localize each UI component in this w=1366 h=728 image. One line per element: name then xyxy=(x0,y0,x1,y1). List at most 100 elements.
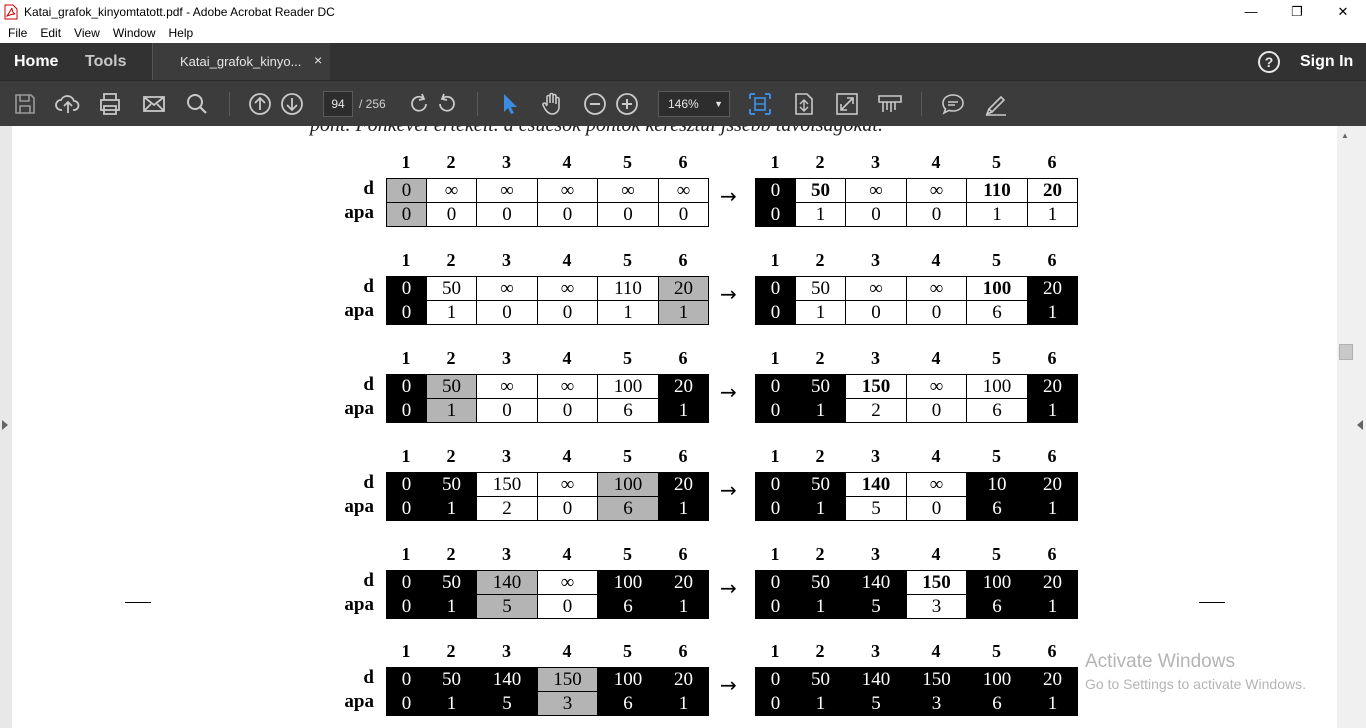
menu-file[interactable]: File xyxy=(8,26,27,40)
email-icon[interactable] xyxy=(141,91,167,117)
cell-d: 50 xyxy=(426,472,477,497)
page-number-input[interactable]: 94 xyxy=(323,91,353,117)
search-icon[interactable] xyxy=(184,91,210,117)
cell-d: 0 xyxy=(755,374,796,399)
document-viewer[interactable]: pont. Fönkével értékeit. a csúcsok ponto… xyxy=(0,126,1366,728)
highlight-pen-icon[interactable] xyxy=(983,91,1009,117)
read-mode-icon[interactable] xyxy=(877,91,903,117)
column-header: 3 xyxy=(871,348,880,368)
column-header: 1 xyxy=(401,641,411,661)
upload-cloud-icon[interactable] xyxy=(55,91,81,117)
cell-apa: 0 xyxy=(537,496,598,521)
row-label-d: d xyxy=(363,276,374,297)
cell-apa: 5 xyxy=(476,594,538,619)
cell-apa: 5 xyxy=(845,496,907,521)
column-header: 4 xyxy=(562,348,572,368)
zoom-out-icon[interactable] xyxy=(582,91,608,117)
cell-d: 140 xyxy=(845,667,907,692)
cell-d: ∞ xyxy=(537,472,598,497)
right-panel-toggle-icon[interactable] xyxy=(1357,420,1363,430)
scrollbar-thumb[interactable] xyxy=(1339,344,1353,360)
cell-apa: 6 xyxy=(966,398,1028,423)
zoom-in-icon[interactable] xyxy=(614,91,640,117)
cell-d: 100 xyxy=(966,570,1028,595)
column-header: 4 xyxy=(931,641,941,661)
close-tab-icon[interactable]: × xyxy=(314,52,322,68)
cell-apa: 3 xyxy=(906,594,967,619)
comment-icon[interactable] xyxy=(940,91,966,117)
tab-tools[interactable]: Tools xyxy=(85,43,126,80)
minimize-button[interactable]: — xyxy=(1228,0,1274,23)
full-screen-icon[interactable] xyxy=(834,91,860,117)
close-window-button[interactable]: ✕ xyxy=(1320,0,1366,23)
zoom-level-dropdown[interactable]: 146% ▼ xyxy=(658,91,730,117)
scrolling-mode-icon[interactable] xyxy=(747,91,773,117)
rotate-counterclockwise-icon[interactable] xyxy=(434,91,460,117)
column-header: 4 xyxy=(562,544,572,564)
column-header: 1 xyxy=(401,348,411,368)
pdf-page: pont. Fönkével értékeit. a csúcsok ponto… xyxy=(12,126,1337,728)
cell-d: 100 xyxy=(597,570,659,595)
tab-home[interactable]: Home xyxy=(14,43,58,80)
menu-view[interactable]: View xyxy=(74,26,100,40)
cell-d: 140 xyxy=(845,472,907,497)
select-cursor-icon[interactable] xyxy=(496,91,522,117)
vertical-scrollbar[interactable]: ▲ xyxy=(1337,126,1366,728)
save-icon[interactable] xyxy=(12,91,38,117)
column-header: 6 xyxy=(678,544,688,564)
cell-apa: 0 xyxy=(476,202,538,227)
cell-d: 10 xyxy=(966,472,1028,497)
cell-d: 0 xyxy=(386,570,427,595)
cell-d: 0 xyxy=(386,178,427,203)
cell-d: ∞ xyxy=(476,178,538,203)
cell-d: ∞ xyxy=(537,276,598,301)
cell-apa: 6 xyxy=(966,594,1028,619)
step-arrow: → xyxy=(720,478,737,502)
expand-left-icon xyxy=(2,420,8,430)
cell-apa: 0 xyxy=(386,300,427,325)
next-page-icon[interactable] xyxy=(279,91,305,117)
cell-d: ∞ xyxy=(537,374,598,399)
cell-apa: 0 xyxy=(906,300,967,325)
scroll-up-icon[interactable]: ▲ xyxy=(1341,131,1349,140)
column-header: 1 xyxy=(770,641,780,661)
cell-d: 150 xyxy=(906,570,967,595)
sign-in-button[interactable]: Sign In xyxy=(1300,43,1353,80)
cell-apa: 0 xyxy=(755,202,796,227)
column-header: 5 xyxy=(992,250,1001,270)
cell-d: 50 xyxy=(426,374,477,399)
print-icon[interactable] xyxy=(97,91,123,117)
cell-apa: 0 xyxy=(755,300,796,325)
hand-tool-icon[interactable] xyxy=(539,91,565,117)
menu-help[interactable]: Help xyxy=(169,26,194,40)
cell-d: ∞ xyxy=(658,178,709,203)
cell-d: ∞ xyxy=(906,178,967,203)
menu-edit[interactable]: Edit xyxy=(40,26,61,40)
left-panel-toggle[interactable] xyxy=(0,126,12,728)
activate-windows-title: Activate Windows xyxy=(1085,651,1235,672)
cell-d: 100 xyxy=(966,374,1028,399)
restore-button[interactable]: ❐ xyxy=(1274,0,1320,23)
cell-d: ∞ xyxy=(906,472,967,497)
cell-d: 20 xyxy=(1027,472,1078,497)
menu-window[interactable]: Window xyxy=(113,26,156,40)
column-header: 3 xyxy=(502,544,511,564)
cell-apa: 1 xyxy=(658,691,709,716)
cell-d: 50 xyxy=(426,667,477,692)
tab-document[interactable]: Katai_grafok_kinyo... × xyxy=(152,43,330,80)
rotate-clockwise-icon[interactable] xyxy=(406,91,432,117)
previous-page-icon[interactable] xyxy=(247,91,273,117)
column-header: 5 xyxy=(992,152,1001,172)
cell-apa: 1 xyxy=(658,398,709,423)
cell-apa: 0 xyxy=(755,398,796,423)
help-icon[interactable]: ? xyxy=(1258,51,1280,73)
cell-d: 100 xyxy=(597,667,659,692)
tab-bar: Home Tools Katai_grafok_kinyo... × ? Sig… xyxy=(0,43,1366,80)
cell-d: ∞ xyxy=(476,374,538,399)
cell-d: 0 xyxy=(755,472,796,497)
column-header: 1 xyxy=(401,152,411,172)
cell-d: 50 xyxy=(426,276,477,301)
fit-page-icon[interactable] xyxy=(791,91,817,117)
cell-d: 140 xyxy=(476,570,538,595)
column-header: 3 xyxy=(871,152,880,172)
